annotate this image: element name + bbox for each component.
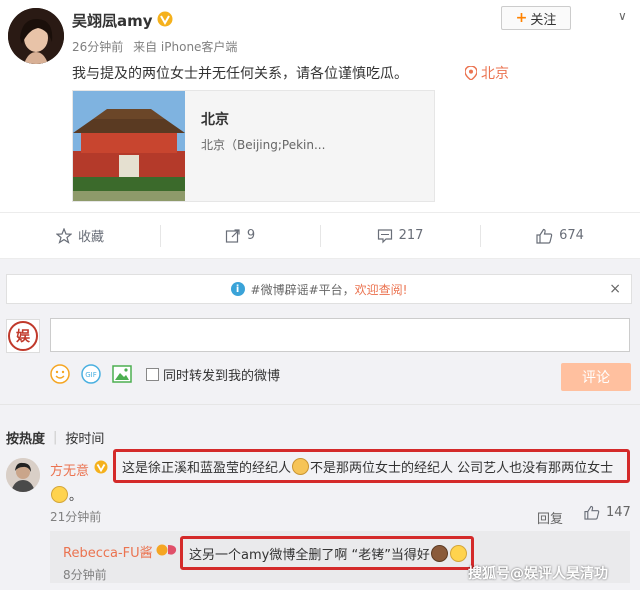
post-meta: 26分钟前 来自 iPhone客户端	[72, 38, 237, 55]
author-name[interactable]: 吴翊凨amy	[72, 10, 153, 31]
post-text: 我与提及的两位女士并无任何关系，请各位谨慎吃瓜。	[72, 66, 408, 82]
post-time[interactable]: 26分钟前	[72, 40, 123, 54]
rumor-notice-bar: i #微博辟谣#平台， 欢迎查阅! ×	[6, 274, 632, 304]
verified-badge-icon	[94, 459, 108, 474]
repost-button[interactable]: 9	[160, 213, 320, 258]
tiananmen-image	[73, 91, 185, 201]
comment-count: 217	[398, 228, 424, 243]
watermark: 搜狐号@娱评人昊清功	[468, 566, 608, 582]
rumor-link[interactable]: 欢迎查阅!	[355, 281, 408, 298]
tab-sort-time[interactable]: 按时间	[65, 428, 104, 447]
repost-checkbox[interactable]	[146, 367, 159, 381]
commenter-name[interactable]: 方无意	[50, 460, 89, 479]
repost-checkbox-wrap[interactable]: 同时转发到我的微博	[146, 365, 280, 384]
comment-text-part1: 这是徐正溪和蓝盈莹的经纪人	[122, 460, 292, 476]
sort-tabs: 按热度 | 按时间	[6, 428, 104, 447]
thumbs-up-icon	[536, 228, 553, 244]
weibo-post: 吴翊凨amy + 关注 ∨ 26分钟前 来自 iPhone客户端 我与提及的两位…	[0, 0, 640, 212]
doge-emoji-icon	[292, 457, 310, 475]
highlighted-reply-text: 这另一个amy微博全删了啊 “老铐”当得好	[180, 536, 474, 570]
comment-button[interactable]: 217	[320, 213, 480, 258]
commenter-avatar[interactable]	[6, 458, 40, 492]
comment-input[interactable]	[50, 318, 630, 352]
post-action-bar: 收藏 9 217 674	[0, 212, 640, 259]
gif-icon[interactable]: GIF	[81, 364, 101, 384]
comments-section: i #微博辟谣#平台， 欢迎查阅! × 娱 GIF 同时转发到我的微博 评论 按…	[0, 259, 640, 590]
my-avatar[interactable]: 娱	[6, 319, 40, 353]
location-label: 北京	[481, 66, 509, 82]
author-avatar[interactable]	[8, 8, 64, 64]
reply-button[interactable]: 回复	[537, 508, 563, 527]
follow-button[interactable]: + 关注	[501, 6, 571, 30]
reply-time: 8分钟前	[63, 568, 107, 582]
laugh-cry-emoji-icon	[449, 544, 467, 562]
comment-tail-text: 。	[69, 489, 83, 504]
tab-separator: |	[53, 430, 58, 445]
favorite-label: 收藏	[77, 230, 104, 245]
info-icon: i	[230, 282, 245, 296]
more-menu-button[interactable]: ∨	[618, 9, 627, 23]
favorite-button[interactable]: 收藏	[0, 213, 160, 258]
rumor-text: #微博辟谣#平台，	[250, 282, 355, 297]
location-link[interactable]: 北京	[465, 63, 509, 83]
laugh-cry-emoji-icon	[51, 486, 68, 503]
comment-time: 21分钟前	[50, 510, 102, 524]
submit-comment-button[interactable]: 评论	[561, 363, 631, 391]
divider	[0, 404, 640, 405]
highlighted-comment-text: 这是徐正溪和蓝盈莹的经纪人 不是那两位女士的经纪人 公司艺人也没有那两位女士	[113, 449, 630, 483]
location-pin-icon	[465, 66, 477, 80]
repost-count: 9	[246, 228, 256, 243]
verified-badge-icon	[157, 11, 173, 27]
follow-label: 关注	[530, 12, 557, 28]
comment-text-part2: 不是那两位女士的经纪人 公司艺人也没有那两位女士	[310, 460, 614, 476]
monkey-emoji-icon	[430, 544, 448, 562]
card-description: 北京（Beijing;Pekin...	[201, 138, 326, 152]
emoji-icon[interactable]	[50, 364, 70, 384]
my-avatar-text: 娱	[16, 329, 30, 345]
close-icon[interactable]: ×	[609, 281, 621, 297]
comment-like-count: 147	[606, 505, 631, 520]
post-source: 来自 iPhone客户端	[133, 40, 238, 54]
image-icon[interactable]	[112, 364, 132, 384]
location-card[interactable]: 北京 北京（Beijing;Pekin...	[72, 90, 435, 202]
thumbs-up-icon	[584, 505, 600, 520]
card-title: 北京	[201, 112, 229, 128]
repost-checkbox-label: 同时转发到我的微博	[163, 368, 281, 384]
star-icon	[55, 227, 72, 244]
member-badge-icon	[156, 542, 178, 556]
reply-text: 这另一个amy微博全删了啊 “老铐”当得好	[189, 547, 430, 563]
like-count: 674	[559, 228, 584, 243]
tab-sort-hot[interactable]: 按热度	[6, 428, 45, 447]
comment-like-button[interactable]: 147	[584, 505, 631, 520]
comment-icon	[377, 228, 392, 243]
like-button[interactable]: 674	[480, 213, 640, 258]
composer-tools: GIF 同时转发到我的微博	[50, 362, 280, 386]
reply-author[interactable]: Rebecca-FU酱	[63, 542, 153, 561]
plus-icon: +	[515, 10, 528, 26]
repost-icon	[225, 228, 240, 243]
svg-text:GIF: GIF	[85, 371, 97, 379]
comment-tail: 。	[50, 485, 82, 504]
